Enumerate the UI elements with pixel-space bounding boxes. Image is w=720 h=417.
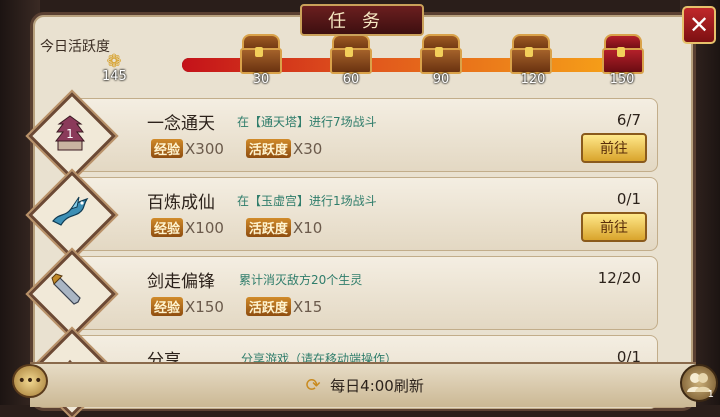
refresh-footer: ⟳ 每日4:00刷新 [30,362,696,407]
reward-chest-90[interactable] [418,34,462,74]
chat-button[interactable]: ••• [12,364,48,398]
exp-reward: X150 [185,297,224,316]
refresh-icon: ⟳ [305,375,321,396]
task-progress: 0/1 [616,190,641,208]
go-button[interactable]: 前往 [581,212,647,242]
task-description: 在【玉虚宫】进行1场战斗 [237,194,377,208]
task-name: 一念通天 [147,114,215,134]
active-reward: X15 [292,297,323,316]
chest-label: 120 [520,72,546,87]
active-reward: X10 [292,218,323,237]
active-tag: 活跃度 [245,297,291,316]
exp-reward: X300 [185,139,224,158]
task-row: 1 一念通天 在【通天塔】进行7场战斗 6/7 经验 X300 活跃度 X30 … [28,92,658,180]
task-name: 百炼成仙 [147,193,215,213]
exp-tag: 经验 [151,139,184,158]
dragon-icon [47,192,93,234]
friends-count: 1 [707,389,714,400]
chest-label: 90 [432,72,450,87]
exp-tag: 经验 [151,297,184,316]
chest-label: 60 [342,72,360,87]
reward-chest-120[interactable] [508,34,552,74]
task-row: 百炼成仙 在【玉虚宫】进行1场战斗 0/1 经验 X100 活跃度 X10 前往 [28,171,658,259]
go-button[interactable]: 前往 [581,133,647,163]
active-tag: 活跃度 [245,139,291,158]
reward-chest-30[interactable] [238,34,282,74]
chest-label: 30 [252,72,270,87]
tower-badge: 1 [66,127,74,141]
task-name: 剑走偏锋 [147,272,215,292]
close-button[interactable]: ✕ [682,6,716,44]
task-rewards: 经验 X100 活跃度 X10 [151,218,322,237]
task-description: 在【通天塔】进行7场战斗 [237,115,377,129]
task-progress: 6/7 [616,111,641,129]
exp-reward: X100 [185,218,224,237]
chest-label: 150 [609,72,635,87]
active-reward: X30 [292,139,323,158]
task-row: 剑走偏锋 累计消灭敌方20个生灵 12/20 经验 X150 活跃度 X15 [28,250,658,338]
activity-value: 145 [102,69,127,84]
reward-chest-60[interactable] [328,34,372,74]
active-tag: 活跃度 [245,218,291,237]
exp-tag: 经验 [151,218,184,237]
refresh-text: 每日4:00刷新 [330,377,424,395]
sword-icon [47,271,93,313]
close-icon: ✕ [688,11,710,39]
task-rewards: 经验 X300 活跃度 X30 [151,139,322,158]
friends-button[interactable]: 1 [680,364,718,402]
task-rewards: 经验 X150 活跃度 X15 [151,297,322,316]
chat-bubble-icon: ••• [17,373,43,389]
window-title: 任务 [300,4,424,36]
reward-chest-150[interactable] [600,34,644,74]
tower-icon: 1 [47,113,93,155]
task-progress: 12/20 [597,269,641,287]
task-description: 累计消灭敌方20个生灵 [239,273,363,287]
